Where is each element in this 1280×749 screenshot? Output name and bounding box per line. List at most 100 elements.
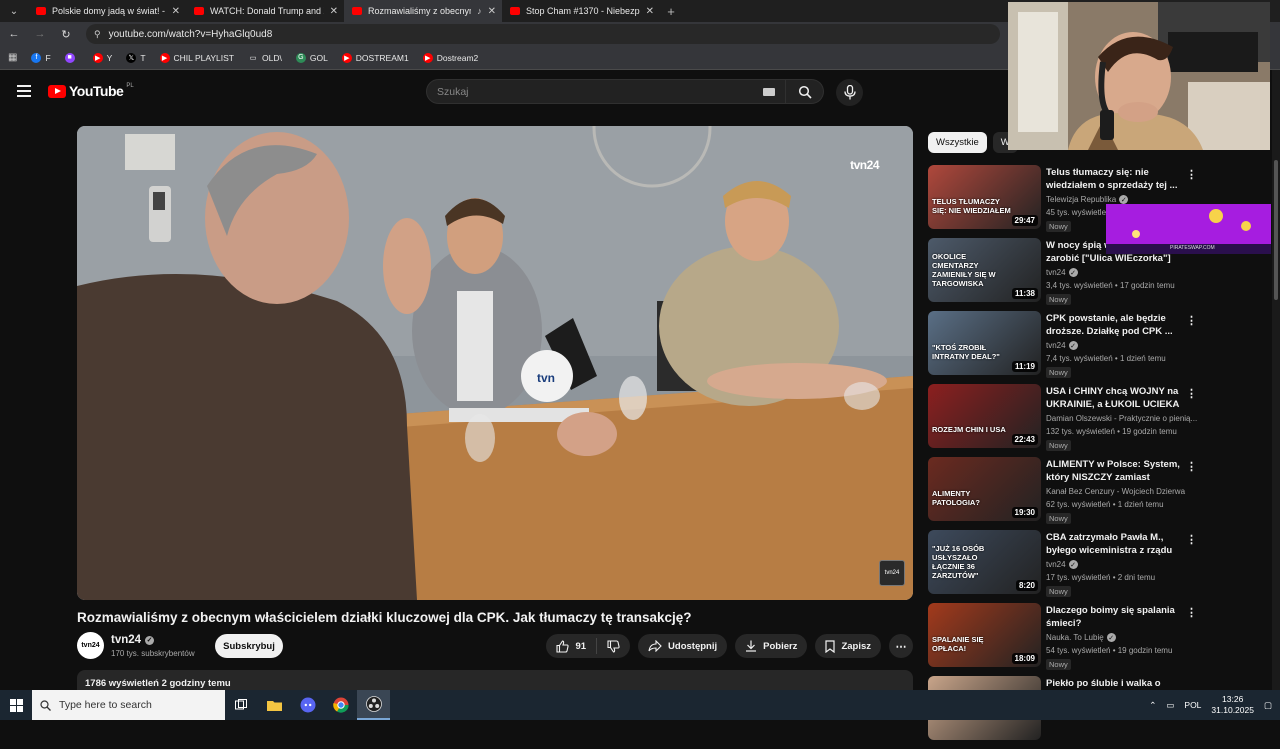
back-icon[interactable]: ← bbox=[8, 28, 20, 40]
audio-playing-icon[interactable]: ♪ bbox=[477, 6, 482, 16]
site-info-icon[interactable]: ⚲ bbox=[94, 29, 101, 40]
browser-tab[interactable]: Stop Cham #1370 - Niebezpiec ✕ bbox=[502, 0, 660, 22]
recommended-channel-row[interactable]: tvn24 ✓ bbox=[1046, 341, 1204, 350]
scrollbar-thumb[interactable] bbox=[1274, 160, 1278, 300]
bookmark-item[interactable]: fF bbox=[31, 52, 51, 63]
more-options-icon[interactable]: ⋮ bbox=[1186, 460, 1197, 473]
browser-tab[interactable]: Polskie domy jadą w świat! - Yo ✕ bbox=[28, 0, 186, 22]
channel-name[interactable]: tvn24 bbox=[111, 634, 141, 646]
address-bar[interactable]: ⚲ youtube.com/watch?v=HyhaGlq0ud8 bbox=[86, 24, 1000, 44]
recommended-channel[interactable]: Telewizja Republika bbox=[1046, 195, 1116, 204]
search-input[interactable]: Szukaj bbox=[426, 79, 786, 104]
video-player[interactable]: tvn tvn24 tvn24 bbox=[77, 126, 913, 600]
bookmark-item[interactable]: ▶ Y bbox=[92, 52, 112, 63]
network-icon[interactable]: ▭ bbox=[1166, 700, 1174, 711]
more-options-icon[interactable]: ⋮ bbox=[1186, 387, 1197, 400]
dislike-button[interactable] bbox=[597, 639, 630, 653]
more-options-icon[interactable]: ⋮ bbox=[1186, 606, 1197, 619]
close-tab-icon[interactable]: ✕ bbox=[646, 6, 654, 17]
start-button[interactable] bbox=[0, 690, 32, 720]
video-thumbnail[interactable]: ALIMENTY PATOLOGIA? 19:30 bbox=[928, 457, 1041, 521]
channel-corner-logo[interactable]: tvn24 bbox=[879, 560, 905, 586]
recommended-video[interactable]: "JUŻ 16 OSÓB USŁYSZAŁO ŁĄCZNIE 36 ZARZUT… bbox=[928, 530, 1208, 603]
video-thumbnail[interactable]: OKOLICE CMENTARZY ZAMIENIŁY SIĘ W TARGOW… bbox=[928, 238, 1041, 302]
recommended-title[interactable]: USA i CHINY chcą WOJNY na UKRAINIE, a ŁU… bbox=[1046, 385, 1181, 411]
browser-tab[interactable]: Rozmawialiśmy z obecnym ♪ ✕ bbox=[344, 0, 502, 22]
more-options-icon[interactable]: ⋮ bbox=[1186, 533, 1197, 546]
reload-icon[interactable]: ↻ bbox=[60, 28, 72, 41]
bookmark-item[interactable]: ■ bbox=[64, 52, 79, 63]
recommended-channel[interactable]: tvn24 bbox=[1046, 268, 1066, 277]
recommended-channel[interactable]: tvn24 bbox=[1046, 560, 1066, 569]
close-tab-icon[interactable]: ✕ bbox=[330, 6, 338, 17]
chip-all[interactable]: Wszystkie bbox=[928, 132, 987, 153]
share-button[interactable]: Udostępnij bbox=[638, 634, 728, 658]
browser-tab[interactable]: WATCH: Donald Trump and Xi J ✕ bbox=[186, 0, 344, 22]
recommended-video[interactable]: ROZEJM CHIN I USA 22:43 USA i CHINY chcą W… bbox=[928, 384, 1208, 457]
youtube-logo[interactable]: YouTube PL bbox=[48, 83, 134, 99]
recommended-video[interactable]: "KTOŚ ZROBIŁ INTRATNY DEAL?" 11:19 CPK pow… bbox=[928, 311, 1208, 384]
taskbar-search[interactable]: Type here to search bbox=[32, 690, 225, 720]
recommended-title[interactable]: Telus tłumaczy się: nie wiedziałem o spr… bbox=[1046, 166, 1181, 192]
download-button[interactable]: Pobierz bbox=[735, 634, 808, 658]
recommended-video[interactable]: ALIMENTY PATOLOGIA? 19:30 ALIMENTY w Polsc… bbox=[928, 457, 1208, 530]
recommended-channel[interactable]: tvn24 bbox=[1046, 341, 1066, 350]
file-explorer-button[interactable] bbox=[258, 690, 291, 720]
notifications-icon[interactable]: ▢ bbox=[1264, 700, 1272, 711]
page-scrollbar[interactable] bbox=[1272, 70, 1280, 700]
recommended-channel[interactable]: Damian Olszewski - Praktycznie o pienią.… bbox=[1046, 414, 1197, 423]
recommended-meta: 7,4 tys. wyświetleń • 1 dzień temu bbox=[1046, 354, 1166, 363]
language-indicator[interactable]: POL bbox=[1184, 700, 1201, 710]
recommended-channel-row[interactable]: Damian Olszewski - Praktycznie o pienią.… bbox=[1046, 414, 1204, 423]
new-tab-button[interactable]: + bbox=[660, 0, 682, 22]
video-thumbnail[interactable]: SPALANIE SIĘ OPŁACA! 18:09 bbox=[928, 603, 1041, 667]
bookmark-item[interactable]: ▶ DOSTREAM1 bbox=[341, 52, 409, 63]
video-thumbnail[interactable]: ROZEJM CHIN I USA 22:43 bbox=[928, 384, 1041, 448]
forward-icon[interactable]: → bbox=[34, 28, 46, 40]
discord-button[interactable] bbox=[291, 690, 324, 720]
apps-grid-icon[interactable]: ▦ bbox=[8, 52, 17, 63]
bookmark-item[interactable]: G GOL bbox=[295, 52, 328, 63]
video-thumbnail[interactable]: TELUS TŁUMACZY SIĘ: NIE WIEDZIAŁEM 29:47 bbox=[928, 165, 1041, 229]
tab-search-button[interactable]: ⌄ bbox=[0, 0, 28, 22]
chrome-button[interactable] bbox=[324, 690, 357, 720]
like-button[interactable]: 91 bbox=[546, 638, 598, 654]
close-tab-icon[interactable]: ✕ bbox=[172, 6, 180, 17]
clock[interactable]: 13:26 31.10.2025 bbox=[1211, 694, 1254, 716]
recommended-title[interactable]: Dlaczego boimy się spalania śmieci? bbox=[1046, 604, 1181, 630]
tray-overflow-icon[interactable]: ⌃ bbox=[1149, 700, 1156, 711]
bookmark-item[interactable]: 𝕏T bbox=[126, 52, 146, 63]
recommended-title[interactable]: CBA zatrzymało Pawła M., byłego wicemini… bbox=[1046, 531, 1181, 557]
recommended-channel[interactable]: Kanał Bez Cenzury - Wojciech Dzierwa bbox=[1046, 487, 1185, 496]
keyboard-icon[interactable] bbox=[763, 88, 775, 96]
task-view-button[interactable] bbox=[225, 690, 258, 720]
recommended-channel-row[interactable]: Nauka. To Lubię ✓ bbox=[1046, 633, 1204, 642]
recommended-channel[interactable]: Nauka. To Lubię bbox=[1046, 633, 1104, 642]
recommended-title[interactable]: ALIMENTY w Polsce: System, który NISZCZY… bbox=[1046, 458, 1181, 484]
recommended-channel-row[interactable]: tvn24 ✓ bbox=[1046, 560, 1204, 569]
subscribe-button[interactable]: Subskrybuj bbox=[215, 634, 283, 658]
voice-search-button[interactable] bbox=[836, 79, 863, 106]
recommended-channel-row[interactable]: tvn24 ✓ bbox=[1046, 268, 1204, 277]
bookmark-item[interactable]: ▶ Dostream2 bbox=[422, 52, 478, 63]
channel-name-wrap[interactable]: tvn24 ✓ bbox=[111, 634, 155, 646]
bookmark-item[interactable]: ▶ CHIL PLAYLIST bbox=[159, 52, 234, 63]
more-actions-button[interactable]: ⋯ bbox=[889, 634, 913, 658]
more-options-icon[interactable]: ⋮ bbox=[1186, 314, 1197, 327]
video-thumbnail[interactable]: "KTOŚ ZROBIŁ INTRATNY DEAL?" 11:19 bbox=[928, 311, 1041, 375]
close-tab-icon[interactable]: ✕ bbox=[488, 6, 496, 17]
recommended-channel-row[interactable]: Kanał Bez Cenzury - Wojciech Dzierwa bbox=[1046, 487, 1204, 496]
video-thumbnail[interactable]: "JUŻ 16 OSÓB USŁYSZAŁO ŁĄCZNIE 36 ZARZUT… bbox=[928, 530, 1041, 594]
obs-button[interactable] bbox=[357, 690, 390, 720]
youtube-icon: ▶ bbox=[92, 52, 103, 63]
channel-avatar[interactable]: tvn24 bbox=[77, 632, 104, 659]
recommended-title[interactable]: CPK powstanie, ale będzie droższe. Dział… bbox=[1046, 312, 1181, 338]
url-text[interactable]: youtube.com/watch?v=HyhaGlq0ud8 bbox=[109, 29, 273, 40]
recommended-channel-row[interactable]: Telewizja Republika ✓ bbox=[1046, 195, 1204, 204]
more-options-icon[interactable]: ⋮ bbox=[1186, 168, 1197, 181]
save-button[interactable]: Zapisz bbox=[815, 634, 881, 658]
bookmark-item[interactable]: ▭ OLD\ bbox=[248, 52, 282, 63]
recommended-video[interactable]: SPALANIE SIĘ OPŁACA! 18:09 Dlaczego boimy … bbox=[928, 603, 1208, 676]
search-button[interactable] bbox=[786, 79, 824, 104]
menu-icon[interactable] bbox=[17, 85, 31, 97]
